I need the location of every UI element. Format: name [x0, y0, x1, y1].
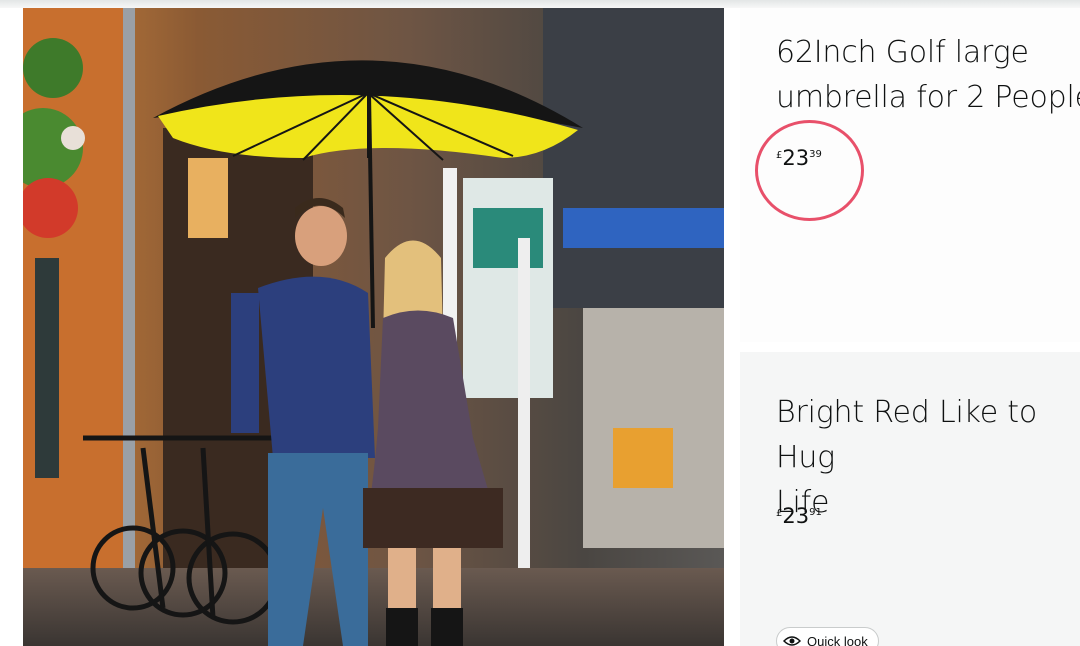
product-title[interactable]: 62Inch Golf large umbrella for 2 People: [776, 30, 1080, 120]
product-image[interactable]: [23, 8, 724, 646]
product-price: £2391: [776, 504, 822, 528]
quick-look-label: Quick look: [807, 633, 868, 646]
eye-icon: [783, 636, 801, 646]
price-whole: 23: [782, 504, 810, 528]
product-card[interactable]: Bright Red Like to Hug Life £2391 Quick …: [740, 352, 1080, 646]
price-currency: £: [776, 508, 783, 519]
umbrella-photo: [23, 8, 724, 646]
top-divider: [0, 0, 1080, 8]
quick-look-button[interactable]: Quick look: [776, 627, 879, 646]
price-highlight-circle: [755, 120, 864, 221]
price-fraction: 91: [809, 507, 822, 518]
